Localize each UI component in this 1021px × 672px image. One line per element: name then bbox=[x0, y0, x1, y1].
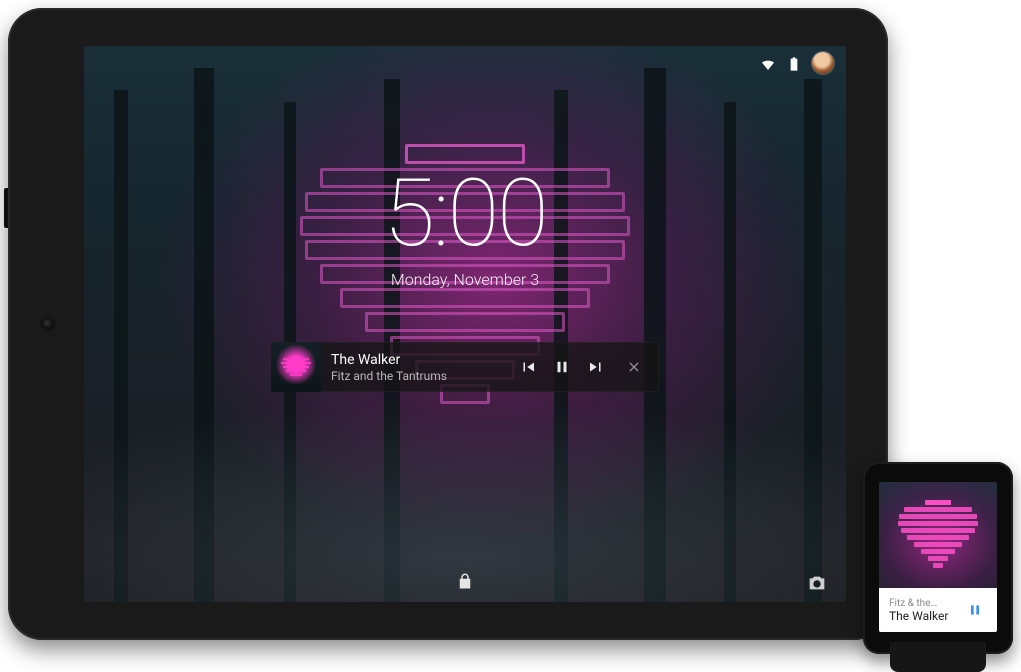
watch-album-art bbox=[897, 500, 979, 570]
tablet-front-camera bbox=[43, 319, 53, 329]
tablet-power-button[interactable] bbox=[4, 188, 8, 228]
watch-device: Fitz & the… The Walker bbox=[863, 462, 1013, 654]
user-avatar[interactable] bbox=[812, 52, 834, 74]
lock-icon[interactable] bbox=[456, 572, 474, 592]
watch-media-artist: Fitz & the… bbox=[889, 598, 961, 609]
watch-screen[interactable]: Fitz & the… The Walker bbox=[879, 482, 997, 632]
media-controls bbox=[519, 358, 659, 376]
tablet-lockscreen[interactable]: 5:00 Monday, November 3 The Walker Fitz … bbox=[84, 46, 846, 602]
watch-strap bbox=[890, 642, 986, 672]
pause-icon[interactable] bbox=[961, 596, 989, 624]
lockscreen-bottom-bar bbox=[84, 572, 846, 592]
watch-media-title: The Walker bbox=[889, 609, 961, 623]
clock-date: Monday, November 3 bbox=[84, 270, 846, 289]
status-bar bbox=[760, 52, 834, 74]
skip-next-icon[interactable] bbox=[587, 358, 605, 376]
tablet-device: 5:00 Monday, November 3 The Walker Fitz … bbox=[8, 8, 888, 640]
media-artist: Fitz and the Tantrums bbox=[331, 369, 509, 383]
media-notification[interactable]: The Walker Fitz and the Tantrums bbox=[271, 342, 659, 392]
camera-icon[interactable] bbox=[806, 572, 828, 592]
media-title: The Walker bbox=[331, 352, 509, 368]
watch-media-text: Fitz & the… The Walker bbox=[889, 598, 961, 623]
skip-previous-icon[interactable] bbox=[519, 358, 537, 376]
media-text[interactable]: The Walker Fitz and the Tantrums bbox=[321, 352, 519, 383]
lockscreen-wallpaper bbox=[84, 46, 846, 602]
album-art-thumbnail[interactable] bbox=[271, 342, 321, 392]
battery-icon bbox=[786, 56, 802, 70]
watch-media-card[interactable]: Fitz & the… The Walker bbox=[879, 588, 997, 632]
close-icon[interactable] bbox=[627, 360, 641, 374]
clock-time: 5:00 bbox=[84, 166, 846, 260]
lockscreen-clock: 5:00 Monday, November 3 bbox=[84, 166, 846, 289]
pause-icon[interactable] bbox=[553, 358, 571, 376]
wifi-icon bbox=[760, 56, 776, 70]
